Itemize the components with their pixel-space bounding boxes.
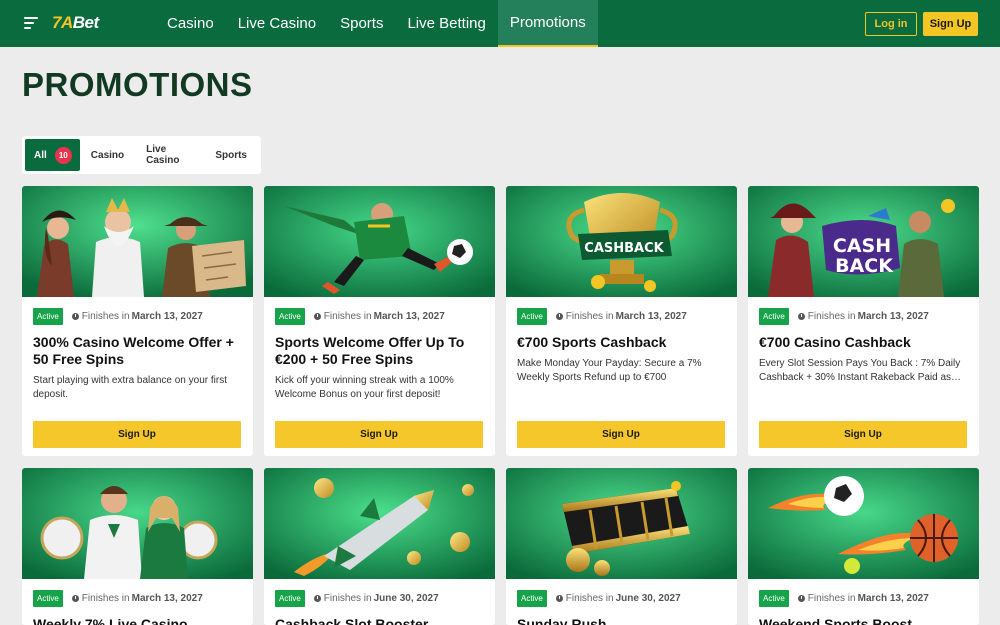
status-row: Active Finishes in March 13, 2027 — [33, 308, 203, 325]
card-description: Make Monday Your Payday: Secure a 7% Wee… — [517, 358, 702, 383]
finish-date: March 13, 2027 — [373, 311, 445, 322]
card-title: 300% Casino Welcome Offer + 50 Free Spin… — [33, 334, 234, 367]
status-badge: Active — [33, 308, 63, 325]
finish-label: Finishes in — [807, 311, 856, 322]
clock-icon — [797, 595, 805, 602]
card-title: Cashback Slot Booster — [275, 616, 429, 625]
clock-icon — [313, 595, 321, 602]
promotion-filter-tabs: All 10 Casino Live Casino Sports — [22, 136, 261, 174]
finish-date: March 13, 2027 — [857, 593, 929, 604]
status-badge: Active — [517, 590, 547, 607]
finish-label: Finishes in — [81, 593, 130, 604]
finish-date: March 13, 2027 — [857, 311, 929, 322]
main-nav: Casino Live Casino Sports Live Betting P… — [155, 0, 598, 47]
status-badge: Active — [517, 308, 547, 325]
finish-label: Finishes in — [565, 593, 614, 604]
nav-live-betting[interactable]: Live Betting — [395, 0, 497, 47]
status-badge: Active — [275, 308, 305, 325]
card-signup-button[interactable]: Sign Up — [33, 421, 241, 448]
signup-button[interactable]: Sign Up — [923, 12, 978, 36]
status-badge: Active — [275, 590, 305, 607]
finish-date: June 30, 2027 — [615, 593, 681, 604]
promo-card[interactable]: Active Finishes in June 30, 2027 Sunday … — [506, 468, 737, 625]
cashback-text: CASHBACK — [584, 241, 664, 256]
filter-all[interactable]: All 10 — [25, 139, 80, 171]
status-row: Active Finishes in June 30, 2027 — [275, 590, 439, 607]
status-badge: Active — [759, 590, 789, 607]
status-row: Active Finishes in March 13, 2027 — [33, 590, 203, 607]
status-row: Active Finishes in March 13, 2027 — [759, 590, 929, 607]
finish-label: Finishes in — [565, 311, 614, 322]
finish-date: March 13, 2027 — [131, 311, 203, 322]
clock-icon — [797, 313, 805, 320]
card-title: €700 Casino Cashback — [759, 334, 911, 350]
filter-all-label: All — [34, 149, 47, 161]
card-title: Weekend Sports Boost — [759, 616, 912, 625]
live-dealers-illustration — [22, 468, 253, 579]
nav-sports[interactable]: Sports — [328, 0, 395, 47]
nav-casino[interactable]: Casino — [155, 0, 226, 47]
promo-card[interactable]: Active Finishes in March 13, 2027 Weekly… — [22, 468, 253, 625]
nav-live-casino[interactable]: Live Casino — [226, 0, 328, 47]
cash-back-pirates-illustration: CASH BACK — [748, 186, 979, 297]
finish-date: March 13, 2027 — [131, 593, 203, 604]
clock-icon — [71, 595, 79, 602]
status-row: Active Finishes in March 13, 2027 — [275, 308, 445, 325]
status-badge: Active — [33, 590, 63, 607]
status-row: Active Finishes in March 13, 2027 — [517, 308, 687, 325]
clock-icon — [555, 595, 563, 602]
filter-casino[interactable]: Casino — [80, 139, 135, 171]
finish-label: Finishes in — [81, 311, 130, 322]
card-signup-button[interactable]: Sign Up — [759, 421, 967, 448]
clock-icon — [71, 313, 79, 320]
svg-text:CASH: CASH — [833, 235, 891, 257]
rocket-coins-illustration — [264, 468, 495, 579]
finish-label: Finishes in — [807, 593, 856, 604]
flaming-balls-illustration — [748, 468, 979, 579]
svg-text:BACK: BACK — [835, 255, 894, 277]
promo-card[interactable]: CASH BACK Active Finishes in March 13, 2… — [748, 186, 979, 456]
clock-icon — [555, 313, 563, 320]
finish-label: Finishes in — [323, 311, 372, 322]
football-player-illustration — [264, 186, 495, 297]
filter-sports[interactable]: Sports — [204, 139, 258, 171]
card-title: Sports Welcome Offer Up To €200 + 50 Fre… — [275, 334, 465, 367]
card-description: Start playing with extra balance on your… — [33, 375, 227, 400]
card-signup-button[interactable]: Sign Up — [517, 421, 725, 448]
login-button[interactable]: Log in — [865, 12, 917, 36]
top-navigation-bar: 7ABet Casino Live Casino Sports Live Bet… — [0, 0, 1000, 47]
card-title: €700 Sports Cashback — [517, 334, 667, 350]
promo-card[interactable]: CASHBACK Active Finishes in March 13, 20… — [506, 186, 737, 456]
count-badge: 10 — [54, 146, 72, 164]
filter-live-casino[interactable]: Live Casino — [135, 139, 204, 171]
card-description: Kick off your winning streak with a 100%… — [275, 375, 454, 400]
card-description: Every Slot Session Pays You Back : 7% Da… — [759, 358, 962, 383]
card-title: Sunday Rush — [517, 616, 607, 625]
golden-slot-reel-illustration — [506, 468, 737, 579]
promo-card[interactable]: Active Finishes in March 13, 2027 300% C… — [22, 186, 253, 456]
clock-icon — [313, 313, 321, 320]
menu-icon[interactable] — [24, 17, 38, 29]
status-badge: Active — [759, 308, 789, 325]
promo-card[interactable]: Active Finishes in June 30, 2027 Cashbac… — [264, 468, 495, 625]
card-signup-button[interactable]: Sign Up — [275, 421, 483, 448]
status-row: Active Finishes in March 13, 2027 — [759, 308, 929, 325]
finish-label: Finishes in — [323, 593, 372, 604]
finish-date: March 13, 2027 — [615, 311, 687, 322]
page-title: PROMOTIONS — [22, 66, 253, 103]
cashback-trophy-illustration: CASHBACK — [506, 186, 737, 297]
promo-card[interactable]: Active Finishes in March 13, 2027 Weeken… — [748, 468, 979, 625]
finish-date: June 30, 2027 — [373, 593, 439, 604]
nav-promotions[interactable]: Promotions — [497, 0, 598, 47]
brand-logo[interactable]: 7ABet — [52, 13, 99, 33]
card-title: Weekly 7% Live Casino — [33, 616, 188, 625]
status-row: Active Finishes in June 30, 2027 — [517, 590, 681, 607]
pirates-casino-illustration — [22, 186, 253, 297]
promo-card[interactable]: Active Finishes in March 13, 2027 Sports… — [264, 186, 495, 456]
